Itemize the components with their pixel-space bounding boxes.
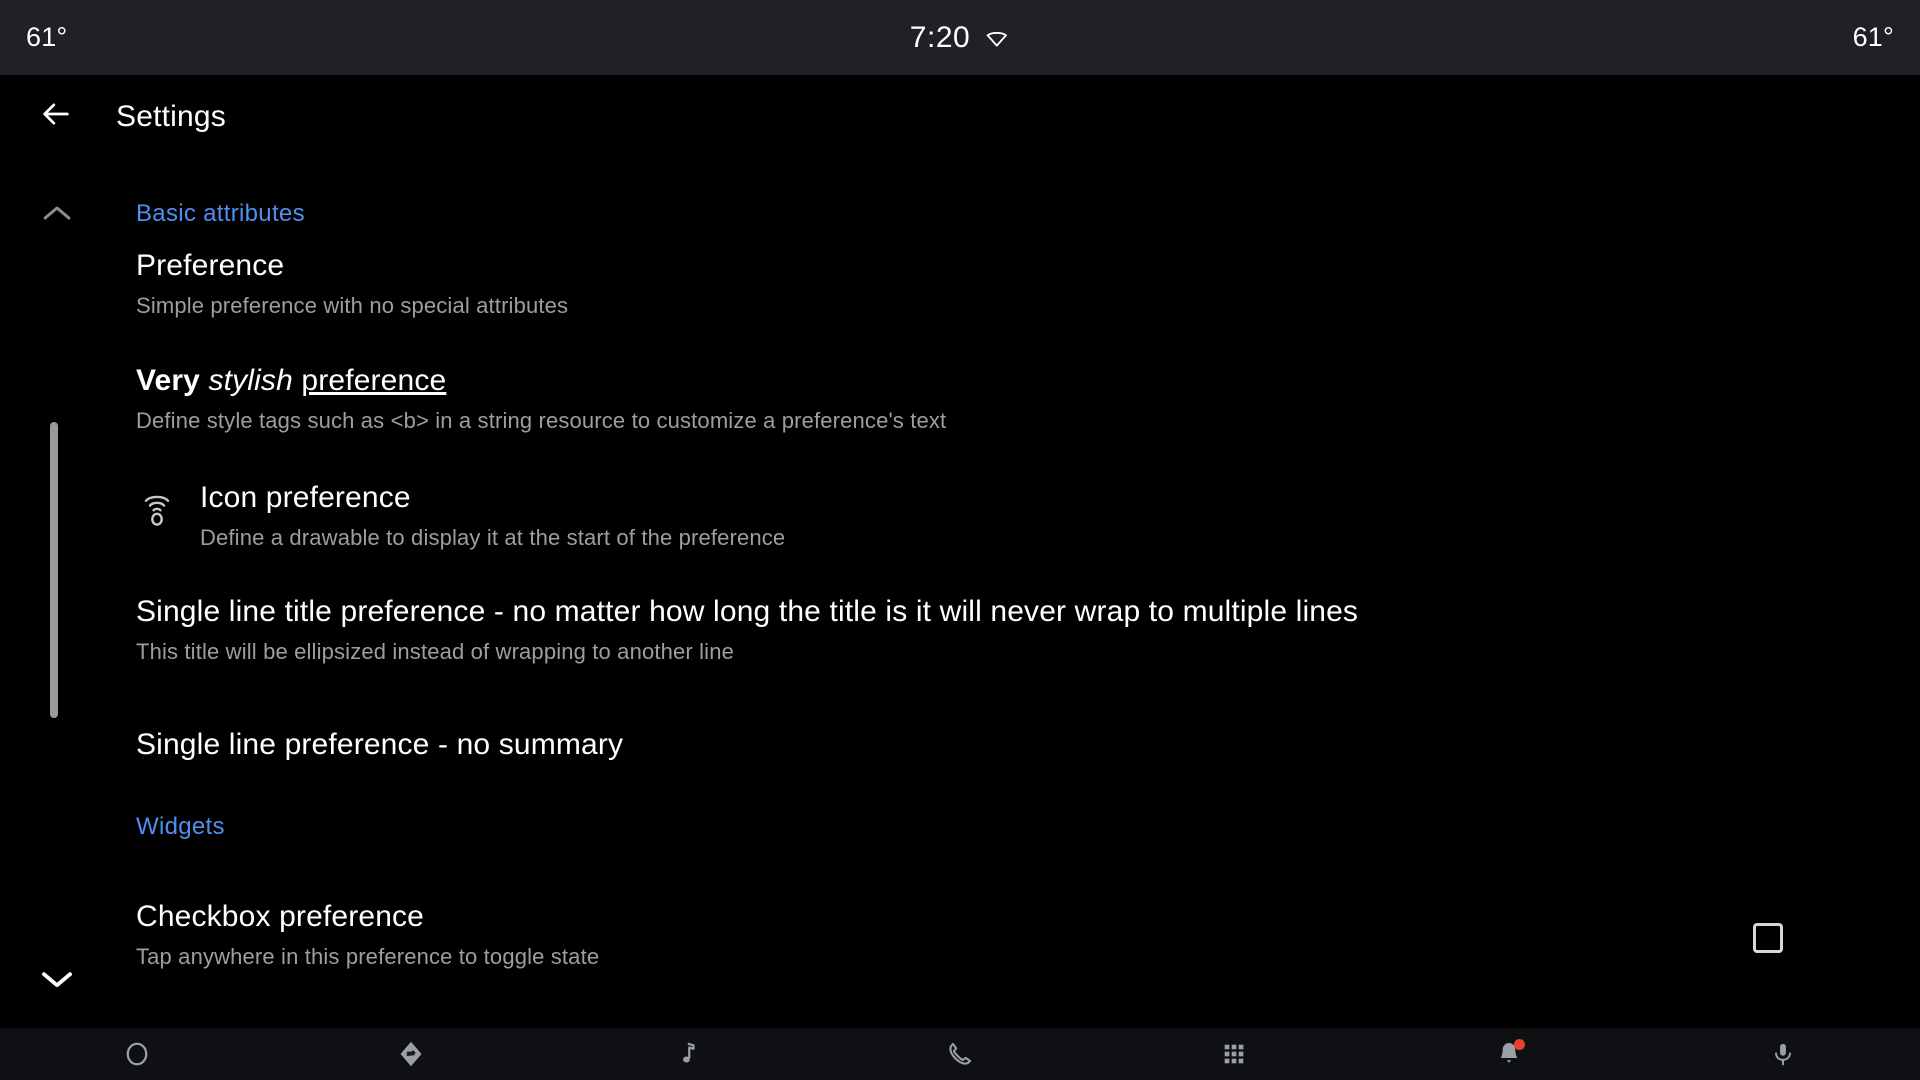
chevron-down-icon: [40, 968, 74, 995]
preference-item-no-summary[interactable]: Single line preference - no summary: [136, 728, 623, 763]
category-header-basic-attributes: Basic attributes: [136, 200, 305, 227]
home-circle-icon: [122, 1039, 152, 1069]
wifi-tethering-icon: [136, 489, 178, 537]
styled-underline-word: preference: [301, 364, 447, 397]
preference-summary: Tap anywhere in this preference to toggl…: [136, 943, 600, 969]
page-title: Settings: [116, 99, 226, 133]
phone-icon: [946, 1040, 974, 1068]
chevron-up-icon: [42, 203, 72, 228]
preference-item-single-line-title[interactable]: Single line title preference - no matter…: [136, 595, 1358, 665]
nav-notifications[interactable]: [1371, 1028, 1645, 1080]
nav-home[interactable]: [0, 1028, 274, 1080]
music-note-icon: [672, 1039, 700, 1069]
checkbox-preference-widget[interactable]: [1753, 923, 1783, 953]
back-button[interactable]: [33, 94, 79, 140]
nav-assistant[interactable]: [1646, 1028, 1920, 1080]
notification-badge: [1514, 1039, 1526, 1050]
nav-navigation[interactable]: [274, 1028, 548, 1080]
microphone-icon: [1770, 1039, 1796, 1069]
bottom-navigation-bar: [0, 1028, 1920, 1080]
scroll-up-button[interactable]: [36, 200, 78, 230]
category-header-widgets: Widgets: [136, 813, 225, 840]
preference-item[interactable]: Preference Simple preference with no spe…: [136, 249, 568, 319]
preference-summary: This title will be ellipsized instead of…: [136, 638, 734, 664]
styled-bold-word: Very: [136, 364, 200, 397]
preference-item-checkbox[interactable]: Checkbox preference Tap anywhere in this…: [136, 900, 599, 970]
styled-italic-word: stylish: [208, 364, 293, 397]
status-right-temperature: 61°: [1852, 22, 1894, 52]
preference-title: Preference: [136, 249, 285, 282]
preferences-list[interactable]: Basic attributes Preference Simple prefe…: [0, 158, 1920, 1028]
preference-title: Single line title preference - no matter…: [136, 595, 1359, 628]
status-left-temperature: 61°: [26, 22, 68, 52]
preference-summary: Simple preference with no special attrib…: [136, 292, 569, 318]
scrollbar[interactable]: [50, 422, 58, 718]
preference-summary: Define style tags such as <b> in a strin…: [136, 407, 947, 433]
wifi-icon: [984, 25, 1010, 51]
nav-media[interactable]: [549, 1028, 823, 1080]
preference-title: Single line preference - no summary: [136, 728, 624, 761]
navigation-arrow-icon: [396, 1039, 426, 1069]
scroll-down-button[interactable]: [36, 966, 78, 996]
status-clock: 7:20: [909, 20, 971, 54]
preference-title: Icon preference: [200, 481, 411, 514]
preference-item-with-icon[interactable]: Icon preference Define a drawable to dis…: [136, 481, 785, 551]
preference-title-styled: Very stylish preference: [136, 364, 946, 399]
status-center-group: 7:20: [910, 21, 1010, 55]
status-bar: 61° 7:20 61°: [0, 0, 1920, 75]
back-arrow-icon: [39, 97, 73, 136]
app-bar: Settings: [0, 75, 1920, 158]
preference-summary: Define a drawable to display it at the s…: [200, 524, 786, 550]
preference-title: Checkbox preference: [136, 900, 425, 933]
scrollbar-thumb[interactable]: [50, 422, 58, 718]
apps-grid-icon: [1220, 1040, 1248, 1068]
preference-item-styled[interactable]: Very stylish preference Define style tag…: [136, 364, 946, 434]
nav-phone[interactable]: [823, 1028, 1097, 1080]
preference-icon-text-group: Icon preference Define a drawable to dis…: [200, 481, 785, 551]
car-settings-screen: 61° 7:20 61° Settings Basic attributes P…: [0, 0, 1920, 1080]
nav-apps[interactable]: [1097, 1028, 1371, 1080]
